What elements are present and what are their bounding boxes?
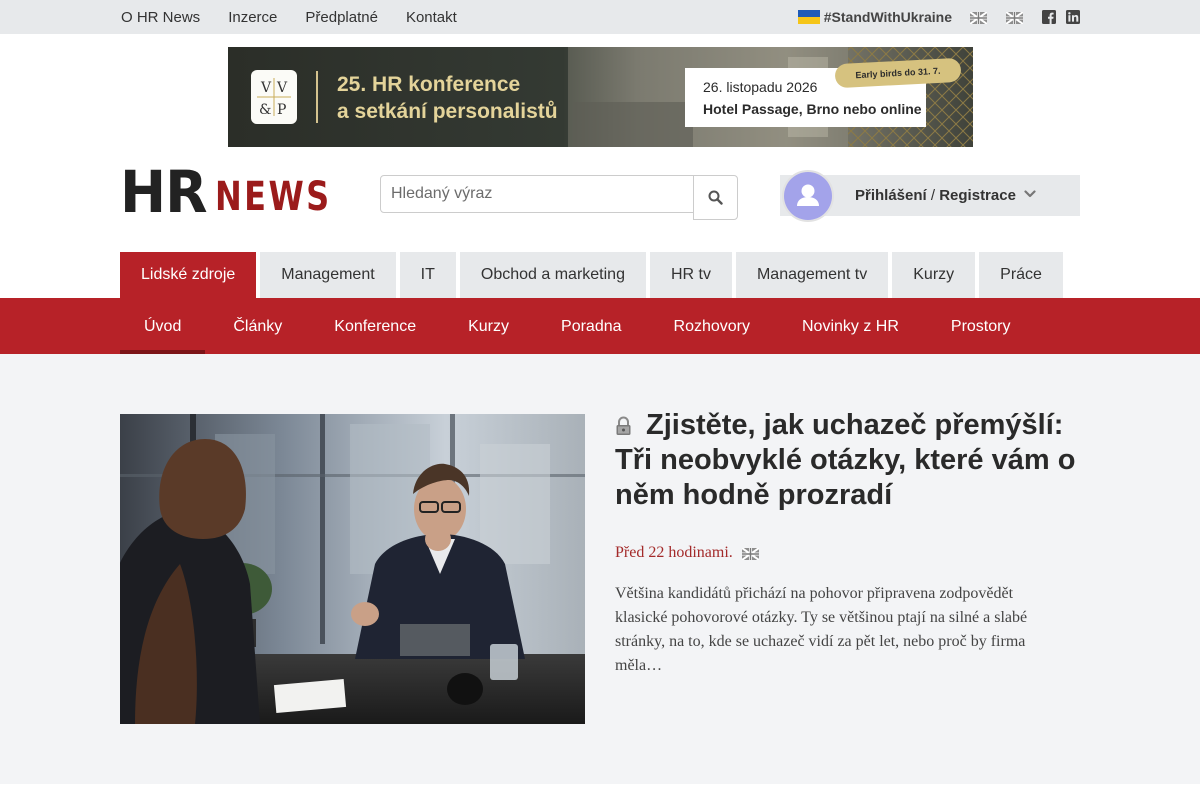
conference-banner[interactable]: V V & P 25. HR konference a setkání pers… — [228, 47, 973, 147]
top-link-about[interactable]: O HR News — [121, 9, 200, 26]
tab-it[interactable]: IT — [399, 252, 456, 298]
login-box[interactable]: Přihlášení / Registrace — [780, 170, 1080, 222]
top-bar: O HR News Inzerce Předplatné Kontakt #St… — [0, 0, 1200, 34]
banner-title-line2: a setkání personalistů — [337, 100, 558, 123]
banner-title-line1: 25. HR konference — [337, 73, 521, 96]
main-content: Zjistěte, jak uchazeč přemýšlí: Tři neob… — [0, 354, 1200, 784]
uk-flag-icon[interactable] — [1005, 11, 1024, 25]
login-link[interactable]: Přihlášení — [855, 187, 927, 204]
article-meta: Před 22 hodinami. — [615, 544, 1085, 562]
top-link-contact[interactable]: Kontakt — [406, 9, 457, 26]
search-icon — [708, 190, 723, 205]
subnav-rozhovory[interactable]: Rozhovory — [650, 298, 774, 354]
article-title[interactable]: Zjistěte, jak uchazeč přemýšlí: Tři neob… — [615, 409, 1075, 511]
svg-text:&: & — [259, 102, 271, 118]
linkedin-icon[interactable] — [1066, 10, 1080, 24]
uk-flag-icon[interactable] — [741, 547, 760, 561]
subnav-prostory[interactable]: Prostory — [927, 298, 1035, 354]
hrnews-logo[interactable]: HR NEWS — [120, 158, 361, 226]
tab-prace[interactable]: Práce — [979, 252, 1063, 298]
sub-nav-items: Úvod Články Konference Kurzy Poradna Roz… — [120, 298, 1038, 354]
subnav-kurzy[interactable]: Kurzy — [444, 298, 533, 354]
subnav-poradna[interactable]: Poradna — [537, 298, 646, 354]
tab-management-tv[interactable]: Management tv — [735, 252, 889, 298]
top-links: O HR News Inzerce Předplatné Kontakt — [121, 0, 485, 34]
article-time: Před 22 hodinami. — [615, 544, 733, 561]
tab-lidske-zdroje[interactable]: Lidské zdroje — [120, 252, 257, 298]
article-title-wrap[interactable]: Zjistěte, jak uchazeč přemýšlí: Tři neob… — [615, 408, 1085, 513]
top-link-advertising[interactable]: Inzerce — [228, 9, 277, 26]
tab-management[interactable]: Management — [260, 252, 396, 298]
lock-icon — [616, 416, 631, 435]
tab-obchod-a-marketing[interactable]: Obchod a marketing — [459, 252, 646, 298]
tab-hr-tv[interactable]: HR tv — [649, 252, 732, 298]
sub-nav: Úvod Články Konference Kurzy Poradna Roz… — [0, 298, 1200, 354]
top-right: #StandWithUkraine — [797, 0, 1080, 34]
svg-text:V: V — [276, 80, 288, 96]
ukraine-flag-icon — [797, 10, 820, 24]
main-nav: Lidské zdroje Management IT Obchod a mar… — [120, 252, 1067, 298]
chevron-down-icon[interactable] — [1024, 189, 1036, 199]
svg-text:P: P — [277, 102, 286, 118]
tab-kurzy[interactable]: Kurzy — [892, 252, 976, 298]
logo-hr: HR — [120, 158, 208, 226]
avatar — [782, 170, 834, 222]
search-button[interactable] — [693, 175, 738, 220]
uk-flag-icon[interactable] — [969, 11, 988, 25]
banner-place: Hotel Passage, Brno nebo online — [703, 101, 922, 117]
banner-divider — [316, 71, 318, 123]
svg-text:V: V — [260, 80, 272, 96]
subnav-novinky-z-hr[interactable]: Novinky z HR — [778, 298, 923, 354]
login-separator: / — [930, 187, 936, 204]
article-excerpt: Většina kandidátů přichází na pohovor př… — [615, 585, 1028, 674]
article-image[interactable] — [120, 414, 585, 724]
featured-article: Zjistěte, jak uchazeč přemýšlí: Tři neob… — [615, 408, 1085, 678]
register-link[interactable]: Registrace — [939, 187, 1016, 204]
stand-with-ukraine-link[interactable]: #StandWithUkraine — [824, 9, 952, 25]
banner-date: 26. listopadu 2026 — [703, 79, 818, 95]
facebook-icon[interactable] — [1042, 10, 1056, 24]
search-input[interactable] — [380, 175, 694, 213]
interview-photo — [120, 414, 585, 724]
subnav-konference[interactable]: Konference — [310, 298, 440, 354]
vvp-logo: V V & P — [251, 70, 297, 124]
user-icon — [784, 172, 832, 220]
search-form — [380, 175, 738, 220]
subnav-uvod[interactable]: Úvod — [120, 298, 206, 354]
subnav-clanky[interactable]: Články — [209, 298, 306, 354]
top-link-subscription[interactable]: Předplatné — [305, 9, 378, 26]
logo-news: NEWS — [215, 174, 332, 220]
banner-title: 25. HR konference a setkání personalistů — [337, 71, 558, 125]
login-register-label[interactable]: Přihlášení / Registrace — [855, 187, 1016, 204]
